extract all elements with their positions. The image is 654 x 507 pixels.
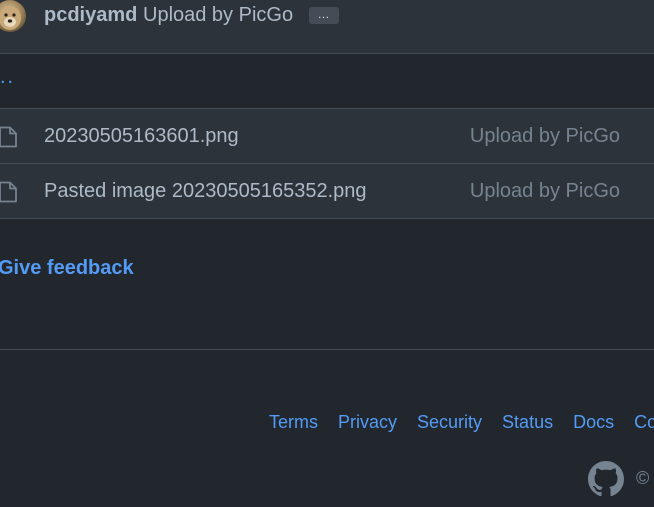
repo-file-browser: pcdiyamd Upload by PicGo … .. 2023050516… [0, 0, 654, 507]
latest-commit-bar: pcdiyamd Upload by PicGo … [0, 0, 654, 54]
copyright-text: © [636, 468, 650, 488]
file-name-link[interactable]: Pasted image 20230505165352.png [44, 180, 367, 203]
footer-link-security[interactable]: Security [417, 412, 482, 432]
footer-link-status[interactable]: Status [502, 412, 553, 432]
footer-links: Terms Privacy Security Status Docs Co [269, 412, 654, 433]
footer-divider [0, 349, 654, 350]
file-commit-message-link[interactable]: Upload by PicGo [470, 180, 620, 203]
github-mark-icon[interactable] [588, 461, 624, 497]
footer-link-contact[interactable]: Co [634, 412, 654, 432]
file-icon [0, 181, 17, 203]
commit-author-link[interactable]: pcdiyamd [44, 4, 137, 27]
footer-link-privacy[interactable]: Privacy [338, 412, 397, 432]
commit-message-link[interactable]: Upload by PicGo [143, 4, 293, 27]
file-icon [0, 126, 17, 148]
footer-link-docs[interactable]: Docs [573, 412, 614, 432]
parent-directory-row[interactable]: .. [0, 54, 654, 109]
file-name-link[interactable]: 20230505163601.png [44, 125, 239, 148]
footer-link-terms[interactable]: Terms [269, 412, 318, 432]
expand-commit-button[interactable]: … [309, 7, 339, 24]
file-row[interactable]: Pasted image 20230505165352.png Upload b… [0, 164, 654, 219]
give-feedback-link[interactable]: Give feedback [0, 257, 134, 280]
file-row[interactable]: 20230505163601.png Upload by PicGo [0, 109, 654, 164]
dog-avatar-icon [0, 6, 21, 30]
parent-directory-link[interactable]: .. [0, 66, 15, 89]
file-commit-message-link[interactable]: Upload by PicGo [470, 125, 620, 148]
avatar[interactable] [0, 0, 26, 32]
